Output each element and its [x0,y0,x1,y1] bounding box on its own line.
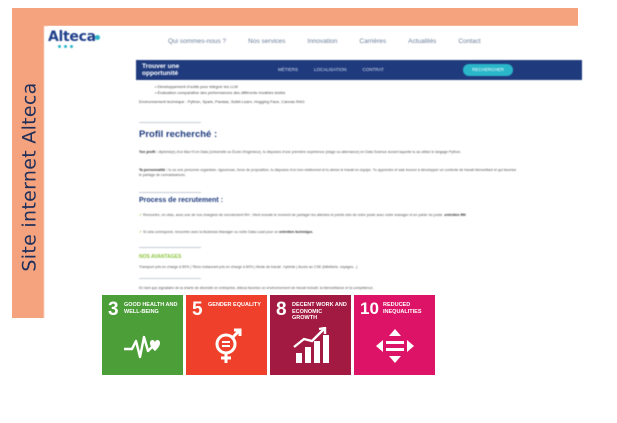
reduced-inequalities-icon [376,329,414,363]
nav-link-news[interactable]: Actualités [408,38,436,45]
filter-contrat-dropdown[interactable]: CONTRAT [362,67,383,72]
sdg-tile-5: 5 GENDER EQUALITY [186,295,267,375]
sdg-name: REDUCED INEQUALITIES [383,302,422,315]
side-label-text: Site internet Alteca [19,82,41,272]
process-step-2-emphasis: entretien technique. [279,230,314,234]
profile-heading: Profil recherché : [139,129,218,140]
check-icon: ✓ [139,230,143,234]
sdg-number: 8 [276,299,287,320]
filter-localisation-dropdown[interactable]: LOCALISATION [314,67,346,72]
nav-link-careers[interactable]: Carrières [359,38,386,45]
diversity-note: En tant que signataire de la charte de d… [139,286,374,290]
profile-text: diplômé(e) d'un Bac+5 en Data (Universit… [158,150,462,154]
sdg-name: DECENT WORK AND ECONOMIC GROWTH [292,302,347,321]
logo-decoration [58,45,82,49]
nav-links: Qui sommes-nous ? Nos services Innovatio… [168,38,481,45]
mission-bullets: Développement d'outils pour intégrer les… [155,84,286,96]
divider [139,192,201,193]
profile-lead: Ton profil : [139,150,158,154]
advantages-text: Transport pris en charge à 50% | Titres … [139,265,519,270]
nav-link-innovation[interactable]: Innovation [307,38,337,45]
process-step-2-text: Si cela correspond, rencontre avec la Bu… [143,230,279,234]
logo-dot-icon [95,35,100,40]
process-step-1-text: Rencontre, en visio, avec une de nos cha… [143,213,444,217]
divider [139,247,201,248]
tech-environment: Environnement technique : Python, Spark,… [139,99,305,104]
sdg-number: 3 [108,299,119,320]
sdg-name: GOOD HEALTH AND WELL-BEING [124,302,178,315]
sdg-number: 5 [192,299,203,320]
nav-link-about[interactable]: Qui sommes-nous ? [168,38,226,45]
sdg-tile-10: 10 REDUCED INEQUALITIES [354,295,435,375]
divider [139,122,201,123]
sdg-tile-3: 3 GOOD HEALTH AND WELL-BEING [102,295,183,375]
process-step-1-emphasis: entretien RH [444,213,466,217]
sdg-name: GENDER EQUALITY [208,302,261,308]
personality-text: tu es une personne organisée, rigoureuse… [139,168,517,177]
process-step-2: ✓ Si cela correspond, rencontre avec la … [139,230,519,235]
process-step-1: ✓ Rencontre, en visio, avec une de nos c… [139,213,519,218]
heartbeat-icon [124,335,160,359]
list-item: Évaluation comparative des performances … [155,90,286,96]
top-navigation: Alteca Qui sommes-nous ? Nos services In… [44,26,582,59]
job-filters: MÉTIERS LOCALISATION CONTRAT [278,67,384,72]
personality-paragraph: Ta personnalité : tu es une personne org… [139,168,519,178]
alteca-logo[interactable]: Alteca [48,29,96,45]
nav-link-services[interactable]: Nos services [248,38,285,45]
personality-lead: Ta personnalité : [139,168,168,172]
advantages-heading: NOS AVANTAGES [139,254,182,260]
check-icon: ✓ [139,213,143,217]
gender-equality-icon [215,328,242,363]
growth-chart-icon [293,327,329,363]
filter-metiers-dropdown[interactable]: MÉTIERS [278,67,298,72]
sdg-icons: 3 GOOD HEALTH AND WELL-BEING 5 GENDER EQ… [102,295,435,375]
sdg-number: 10 [360,299,379,318]
divider [139,278,201,279]
job-search-title: Trouver une opportunité [142,63,180,77]
job-search-bar: Trouver une opportunité MÉTIERS LOCALISA… [136,60,582,80]
side-label: Site internet Alteca [13,62,47,292]
process-heading: Process de recrutement : [139,197,224,204]
sdg-tile-8: 8 DECENT WORK AND ECONOMIC GROWTH [270,295,351,375]
frame-top-band [12,8,578,26]
profile-paragraph: Ton profil : diplômé(e) d'un Bac+5 en Da… [139,150,519,155]
nav-link-contact[interactable]: Contact [458,38,480,45]
search-button[interactable]: RECHERCHER [463,64,513,76]
advantages-line: Transport pris en charge à 50% | Titres … [139,265,358,269]
